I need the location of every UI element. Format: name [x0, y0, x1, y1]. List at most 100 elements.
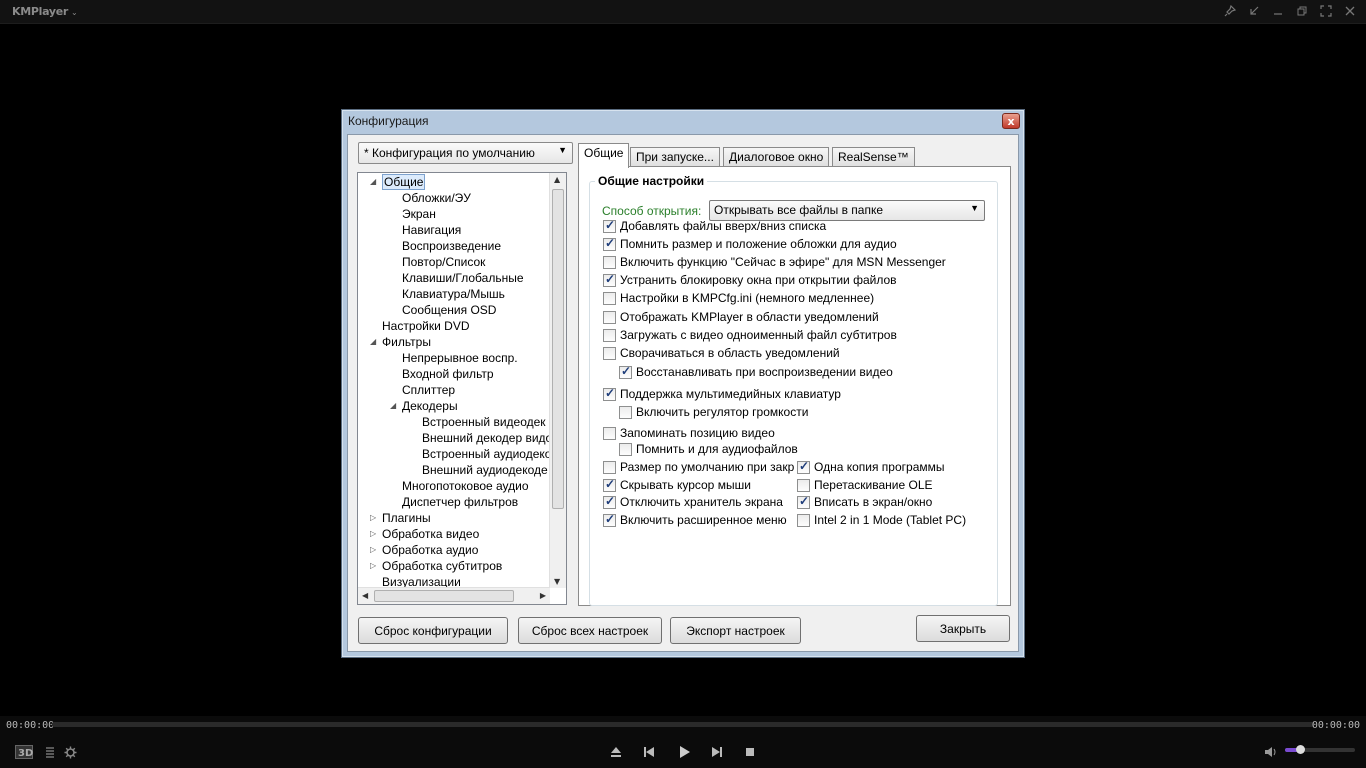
checkbox-unchecked[interactable] [603, 291, 616, 305]
volume-icon[interactable] [1261, 742, 1281, 762]
checkbox-checked[interactable] [797, 494, 810, 509]
option-checkbox[interactable]: Помнить размер и положение обложки для а… [603, 236, 897, 252]
gear-icon[interactable] [60, 742, 80, 762]
settings-tree[interactable]: ◢ Общие Обложки/ЭУ Экран Навигация Воспроизве… [357, 172, 567, 605]
previous-icon[interactable] [639, 742, 659, 762]
option-checkbox[interactable]: Поддержка мультимедийных клавиатур [603, 386, 841, 402]
option-checkbox[interactable]: Intel 2 in 1 Mode (Tablet PC) [797, 512, 966, 528]
tree-item[interactable]: Настройки DVD [382, 318, 470, 334]
scroll-up-icon[interactable]: ▲ [554, 175, 560, 184]
checkbox-checked[interactable] [603, 386, 616, 401]
tree-item[interactable]: Сообщения OSD [402, 302, 496, 318]
fullscreen-icon[interactable] [1318, 3, 1334, 19]
checkbox-checked[interactable] [619, 364, 632, 379]
tree-item[interactable]: Входной фильтр [402, 366, 494, 382]
checkbox-unchecked[interactable] [619, 442, 632, 456]
tree-expand-icon[interactable]: ▷ [370, 558, 376, 574]
stop-icon[interactable] [740, 742, 760, 762]
tree-item[interactable]: Фильтры [382, 334, 431, 350]
tree-expand-icon[interactable]: ▷ [370, 510, 376, 526]
close-button[interactable]: Закрыть [916, 615, 1010, 642]
next-icon[interactable] [707, 742, 727, 762]
option-checkbox[interactable]: Загружать с видео одноименный файл субти… [603, 327, 897, 343]
dialog-close-button[interactable]: x [1002, 113, 1020, 129]
tree-item[interactable]: Внешний аудиодекоде [422, 462, 548, 478]
tree-expand-icon[interactable]: ▷ [370, 526, 376, 542]
app-menu-button[interactable]: KMPlayer ⌄ [12, 5, 78, 18]
close-icon[interactable] [1342, 3, 1358, 19]
option-checkbox[interactable]: Восстанавливать при воспроизведении виде… [619, 364, 893, 380]
volume-slider[interactable] [1285, 745, 1355, 754]
option-checkbox[interactable]: Скрывать курсор мыши [603, 477, 751, 493]
tree-item[interactable]: Встроенный видеодек [422, 414, 546, 430]
checkbox-checked[interactable] [603, 272, 616, 287]
option-checkbox[interactable]: Устранить блокировку окна при открытии ф… [603, 272, 897, 288]
tab-dialog-window[interactable]: Диалоговое окно [723, 147, 830, 167]
option-checkbox[interactable]: Отображать KMPlayer в области уведомлени… [603, 309, 879, 325]
option-checkbox[interactable]: Перетаскивание OLE [797, 477, 933, 493]
tree-item[interactable]: Многопотоковое аудио [402, 478, 529, 494]
option-checkbox[interactable]: Одна копия программы [797, 459, 945, 475]
checkbox-unchecked[interactable] [619, 405, 632, 419]
checkbox-unchecked[interactable] [603, 328, 616, 342]
tree-collapse-icon[interactable]: ◢ [390, 398, 396, 414]
option-checkbox[interactable]: Включить функцию "Сейчас в эфире" для MS… [603, 254, 946, 270]
reset-all-button[interactable]: Сброс всех настроек [518, 617, 662, 644]
option-checkbox[interactable]: Отключить хранитель экрана [603, 494, 783, 510]
tree-item[interactable]: Сплиттер [402, 382, 455, 398]
option-checkbox[interactable]: Вписать в экран/окно [797, 494, 932, 510]
checkbox-checked[interactable] [603, 218, 616, 233]
scroll-left-icon[interactable]: ◀ [362, 591, 368, 600]
tree-collapse-icon[interactable]: ◢ [370, 174, 376, 190]
tree-hscroll-thumb[interactable] [374, 590, 514, 602]
tab-realsense[interactable]: RealSense™ [832, 147, 915, 167]
checkbox-unchecked[interactable] [603, 346, 616, 360]
option-checkbox[interactable]: Размер по умолчанию при закр [603, 459, 794, 475]
tree-item[interactable]: Непрерывное воспр. [402, 350, 518, 366]
tree-expand-icon[interactable]: ▷ [370, 542, 376, 558]
minimize-to-corner-icon[interactable] [1246, 3, 1262, 19]
tree-item[interactable]: Экран [402, 206, 436, 222]
checkbox-unchecked[interactable] [603, 426, 616, 440]
option-checkbox[interactable]: Запоминать позицию видео [603, 425, 775, 441]
restore-icon[interactable] [1294, 3, 1310, 19]
tree-item[interactable]: Воспроизведение [402, 238, 501, 254]
reset-config-button[interactable]: Сброс конфигурации [358, 617, 508, 644]
checkbox-checked[interactable] [603, 494, 616, 509]
checkbox-checked[interactable] [797, 459, 810, 474]
scroll-right-icon[interactable]: ▶ [540, 591, 546, 600]
tree-horizontal-scrollbar[interactable]: ◀ ▶ [358, 587, 550, 604]
tree-item[interactable]: Клавиши/Глобальные [402, 270, 524, 286]
tree-item[interactable]: Повтор/Список [402, 254, 485, 270]
eject-icon[interactable] [606, 742, 626, 762]
tree-item[interactable]: Клавиатура/Мышь [402, 286, 505, 302]
scroll-down-icon[interactable]: ▼ [554, 577, 560, 586]
tree-item[interactable]: Плагины [382, 510, 431, 526]
tree-collapse-icon[interactable]: ◢ [370, 334, 376, 350]
tree-item[interactable]: Диспетчер фильтров [402, 494, 518, 510]
tree-vertical-scrollbar[interactable]: ▲ ▼ [549, 173, 566, 588]
tree-item[interactable]: Общие [382, 174, 426, 190]
export-settings-button[interactable]: Экспорт настроек [670, 617, 801, 644]
tree-item[interactable]: Обработка видео [382, 526, 479, 542]
seek-bar[interactable] [52, 722, 1314, 727]
tab-startup[interactable]: При запуске... [630, 147, 720, 167]
tab-general[interactable]: Общие [578, 143, 630, 168]
tree-item[interactable]: Встроенный аудиодеко [422, 446, 551, 462]
option-checkbox[interactable]: Включить регулятор громкости [619, 404, 808, 420]
option-checkbox[interactable]: Сворачиваться в область уведомлений [603, 345, 840, 361]
tree-item[interactable]: Навигация [402, 222, 461, 238]
checkbox-unchecked[interactable] [603, 310, 616, 324]
tree-item[interactable]: Внешний декодер видо [422, 430, 552, 446]
pin-icon[interactable] [1222, 3, 1238, 19]
tree-item[interactable]: Обработка субтитров [382, 558, 502, 574]
tree-item[interactable]: Обложки/ЭУ [402, 190, 471, 206]
checkbox-checked[interactable] [603, 236, 616, 251]
tree-vscroll-thumb[interactable] [552, 189, 564, 509]
tree-item[interactable]: Обработка аудио [382, 542, 478, 558]
checkbox-unchecked[interactable] [603, 255, 616, 269]
playlist-icon[interactable] [40, 742, 60, 762]
preset-select[interactable]: * Конфигурация по умолчанию ▼ [358, 142, 573, 164]
option-checkbox[interactable]: Добавлять файлы вверх/вниз списка [603, 218, 826, 234]
checkbox-unchecked[interactable] [797, 478, 810, 492]
